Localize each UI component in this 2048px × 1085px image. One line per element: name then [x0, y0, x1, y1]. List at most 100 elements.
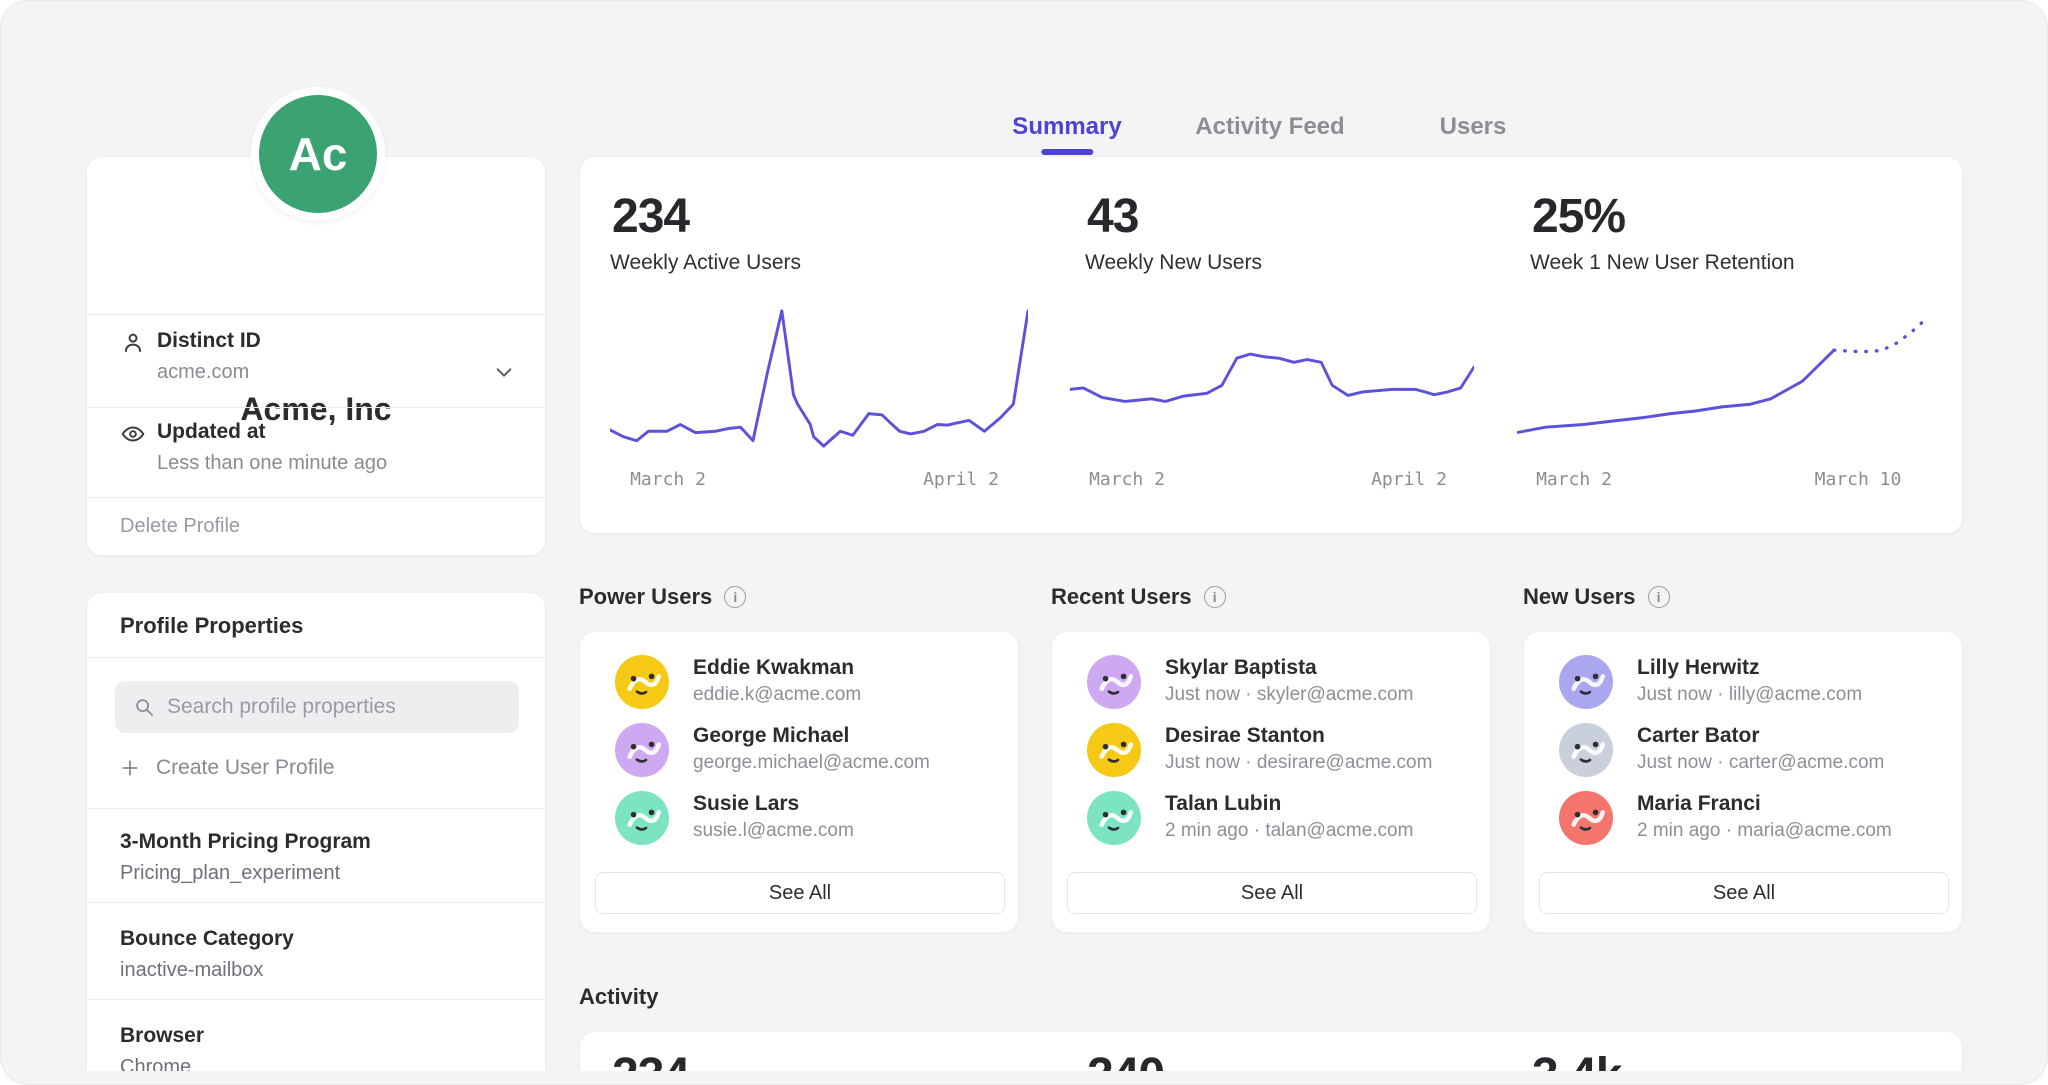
user-list-item[interactable]: Desirae Stanton Just now · desirare@acme… — [1052, 714, 1490, 782]
stat-week1-retention: 25% Week 1 New User Retention March 2 Ma… — [1502, 157, 1964, 533]
power-users-card: Eddie Kwakman eddie.k@acme.com George Mi… — [579, 631, 1019, 933]
user-name: George Michael — [693, 724, 849, 748]
recent-users-card: Skylar Baptista Just now · skyler@acme.c… — [1051, 631, 1491, 933]
user-list: Eddie Kwakman eddie.k@acme.com George Mi… — [580, 646, 1018, 850]
x-axis-label-start: March 2 — [630, 469, 706, 490]
weekly-new-users-chart — [1070, 305, 1474, 452]
stat-weekly-new-users: 43 Weekly New Users March 2 April 2 — [1040, 157, 1502, 533]
section-title: Recent Users — [1051, 584, 1192, 610]
recent-users-header: Recent Users i — [1051, 584, 1226, 610]
stat-label: Week 1 New User Retention — [1530, 251, 1795, 275]
chevron-down-icon[interactable] — [493, 361, 515, 383]
user-list-item[interactable]: Talan Lubin 2 min ago · talan@acme.com — [1052, 782, 1490, 850]
user-list-item[interactable]: Maria Franci 2 min ago · maria@acme.com — [1524, 782, 1962, 850]
stat-number: 43 — [1087, 189, 1138, 244]
avatar-face-icon — [1559, 655, 1613, 709]
distinct-id-label: Distinct ID — [157, 329, 261, 353]
activity-section-title: Activity — [579, 984, 658, 1010]
stat-label: Weekly New Users — [1085, 251, 1262, 275]
info-icon[interactable]: i — [724, 586, 746, 608]
user-avatar — [1087, 723, 1141, 777]
divider — [87, 407, 545, 408]
profile-properties-search[interactable] — [115, 681, 519, 733]
see-all-button[interactable]: See All — [595, 872, 1005, 914]
avatar-face-icon — [1559, 791, 1613, 845]
property-name: Browser — [120, 1024, 204, 1048]
user-subtitle: Just now · carter@acme.com — [1637, 752, 1884, 774]
property-value: Pricing_plan_experiment — [120, 862, 340, 885]
see-all-button[interactable]: See All — [1539, 872, 1949, 914]
user-name: Carter Bator — [1637, 724, 1760, 748]
x-axis-label-start: March 2 — [1089, 469, 1165, 490]
create-user-profile-button[interactable]: Create User Profile — [120, 756, 335, 780]
user-subtitle: george.michael@acme.com — [693, 752, 930, 774]
delete-profile-button[interactable]: Delete Profile — [120, 515, 240, 538]
profile-properties-card: Profile Properties Create User Profile 3… — [86, 592, 546, 1085]
section-title: New Users — [1523, 584, 1636, 610]
stat-number: 234 — [612, 189, 689, 244]
stat-weekly-active-users: 234 Weekly Active Users March 2 April 2 — [580, 157, 1040, 533]
tab-activity-feed[interactable]: Activity Feed — [1195, 113, 1344, 155]
updated-at-value: Less than one minute ago — [157, 452, 387, 475]
x-axis-label-start: March 2 — [1536, 469, 1612, 490]
frame-bottom-edge — [1, 1071, 2047, 1084]
profile-properties-title: Profile Properties — [120, 613, 303, 639]
avatar-face-icon — [1087, 655, 1141, 709]
user-avatar — [615, 791, 669, 845]
user-list-item[interactable]: Carter Bator Just now · carter@acme.com — [1524, 714, 1962, 782]
x-axis-label-end: April 2 — [1371, 469, 1447, 490]
user-subtitle: 2 min ago · maria@acme.com — [1637, 820, 1892, 842]
user-avatar — [1559, 723, 1613, 777]
new-users-header: New Users i — [1523, 584, 1670, 610]
see-all-button[interactable]: See All — [1067, 872, 1477, 914]
avatar-face-icon — [615, 723, 669, 777]
company-avatar: Ac — [251, 87, 385, 221]
divider — [87, 314, 545, 315]
summary-stats-card: 234 Weekly Active Users March 2 April 2 … — [579, 156, 1963, 534]
user-list-item[interactable]: George Michael george.michael@acme.com — [580, 714, 1018, 782]
tab-users[interactable]: Users — [1440, 113, 1507, 155]
new-users-card: Lilly Herwitz Just now · lilly@acme.com … — [1523, 631, 1963, 933]
info-icon[interactable]: i — [1204, 586, 1226, 608]
user-name: Maria Franci — [1637, 792, 1761, 816]
user-name: Talan Lubin — [1165, 792, 1281, 816]
user-list: Lilly Herwitz Just now · lilly@acme.com … — [1524, 646, 1962, 850]
user-avatar — [615, 723, 669, 777]
info-icon[interactable]: i — [1648, 586, 1670, 608]
plus-icon — [120, 758, 140, 778]
user-list-item[interactable]: Susie Lars susie.l@acme.com — [580, 782, 1018, 850]
weekly-active-users-chart — [610, 305, 1028, 452]
user-avatar — [615, 655, 669, 709]
user-list-item[interactable]: Eddie Kwakman eddie.k@acme.com — [580, 646, 1018, 714]
tab-summary[interactable]: Summary — [1012, 113, 1121, 155]
eye-icon — [120, 421, 146, 447]
user-subtitle: Just now · desirare@acme.com — [1165, 752, 1432, 774]
user-avatar — [1559, 655, 1613, 709]
app-frame: Ac Acme, Inc Distinct ID acme.com Update… — [0, 0, 2048, 1085]
avatar-face-icon — [1559, 723, 1613, 777]
user-name: Desirae Stanton — [1165, 724, 1325, 748]
user-avatar — [1087, 655, 1141, 709]
user-subtitle: 2 min ago · talan@acme.com — [1165, 820, 1413, 842]
distinct-id-value: acme.com — [157, 361, 249, 384]
user-list: Skylar Baptista Just now · skyler@acme.c… — [1052, 646, 1490, 850]
divider — [87, 808, 545, 809]
person-icon — [120, 330, 146, 356]
company-initials: Ac — [289, 127, 348, 181]
avatar-face-icon — [1087, 791, 1141, 845]
search-input[interactable] — [167, 695, 497, 719]
divider — [87, 902, 545, 903]
user-name: Lilly Herwitz — [1637, 656, 1760, 680]
x-axis-label-end: March 10 — [1815, 469, 1902, 490]
stat-number: 25% — [1532, 189, 1625, 244]
user-name: Eddie Kwakman — [693, 656, 854, 680]
user-list-item[interactable]: Skylar Baptista Just now · skyler@acme.c… — [1052, 646, 1490, 714]
property-name: 3-Month Pricing Program — [120, 830, 371, 854]
divider — [87, 657, 545, 658]
power-users-header: Power Users i — [579, 584, 746, 610]
avatar-face-icon — [615, 791, 669, 845]
user-avatar — [1087, 791, 1141, 845]
stat-label: Weekly Active Users — [610, 251, 801, 275]
user-list-item[interactable]: Lilly Herwitz Just now · lilly@acme.com — [1524, 646, 1962, 714]
user-avatar — [1559, 791, 1613, 845]
